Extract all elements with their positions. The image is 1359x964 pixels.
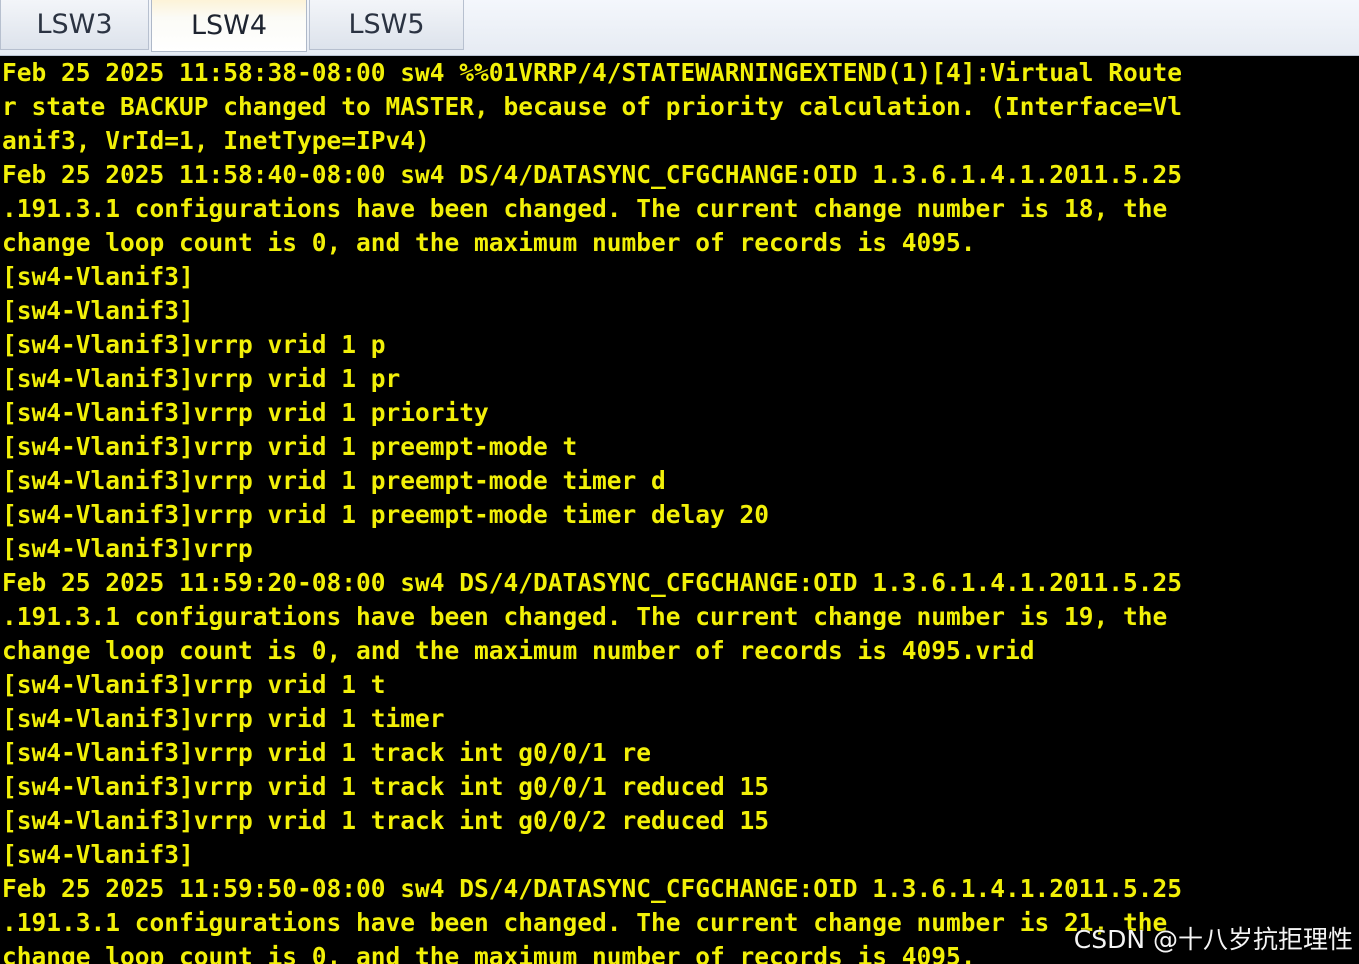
terminal-line: [sw4-Vlanif3]vrrp vrid 1 preempt-mode t [2, 432, 578, 461]
tab-bar: LSW3 LSW4 LSW5 [0, 0, 1359, 56]
terminal-line: .191.3.1 configurations have been change… [2, 194, 1168, 223]
terminal-line: [sw4-Vlanif3]vrrp vrid 1 priority [2, 398, 489, 427]
terminal-line: r state BACKUP changed to MASTER, becaus… [2, 92, 1183, 121]
terminal-line: [sw4-Vlanif3]vrrp vrid 1 track int g0/0/… [2, 806, 770, 835]
terminal-console[interactable]: Feb 25 2025 11:58:38-08:00 sw4 %%01VRRP/… [0, 56, 1359, 964]
terminal-line: [sw4-Vlanif3]vrrp [2, 534, 253, 563]
terminal-line: .191.3.1 configurations have been change… [2, 908, 1168, 937]
tab-lsw5[interactable]: LSW5 [309, 0, 464, 50]
terminal-line: anif3, VrId=1, InetType=IPv4) [2, 126, 430, 155]
terminal-line: [sw4-Vlanif3]vrrp vrid 1 p [2, 330, 386, 359]
terminal-line: [sw4-Vlanif3]vrrp vrid 1 t [2, 670, 386, 699]
terminal-line: [sw4-Vlanif3]vrrp vrid 1 track int g0/0/… [2, 738, 652, 767]
terminal-line: [sw4-Vlanif3] [2, 840, 194, 869]
terminal-line: .191.3.1 configurations have been change… [2, 602, 1168, 631]
terminal-line: [sw4-Vlanif3]vrrp vrid 1 preempt-mode ti… [2, 466, 666, 495]
terminal-line: Feb 25 2025 11:58:38-08:00 sw4 %%01VRRP/… [2, 58, 1183, 87]
csdn-watermark: CSDN @十八岁抗拒理性 [1073, 925, 1353, 954]
terminal-line: Feb 25 2025 11:58:40-08:00 sw4 DS/4/DATA… [2, 160, 1183, 189]
terminal-line: [sw4-Vlanif3]vrrp vrid 1 track int g0/0/… [2, 772, 770, 801]
terminal-line: [sw4-Vlanif3] [2, 296, 194, 325]
terminal-line: [sw4-Vlanif3]vrrp vrid 1 timer [2, 704, 445, 733]
terminal-line: change loop count is 0, and the maximum … [2, 636, 1035, 665]
terminal-line: Feb 25 2025 11:59:50-08:00 sw4 DS/4/DATA… [2, 874, 1183, 903]
terminal-line: change loop count is 0, and the maximum … [2, 942, 976, 964]
terminal-line: [sw4-Vlanif3] [2, 262, 194, 291]
terminal-line: [sw4-Vlanif3]vrrp vrid 1 pr [2, 364, 401, 393]
terminal-line: change loop count is 0, and the maximum … [2, 228, 976, 257]
tab-lsw3[interactable]: LSW3 [0, 0, 149, 50]
terminal-line: Feb 25 2025 11:59:20-08:00 sw4 DS/4/DATA… [2, 568, 1183, 597]
terminal-line: [sw4-Vlanif3]vrrp vrid 1 preempt-mode ti… [2, 500, 770, 529]
tab-lsw4[interactable]: LSW4 [151, 0, 307, 52]
